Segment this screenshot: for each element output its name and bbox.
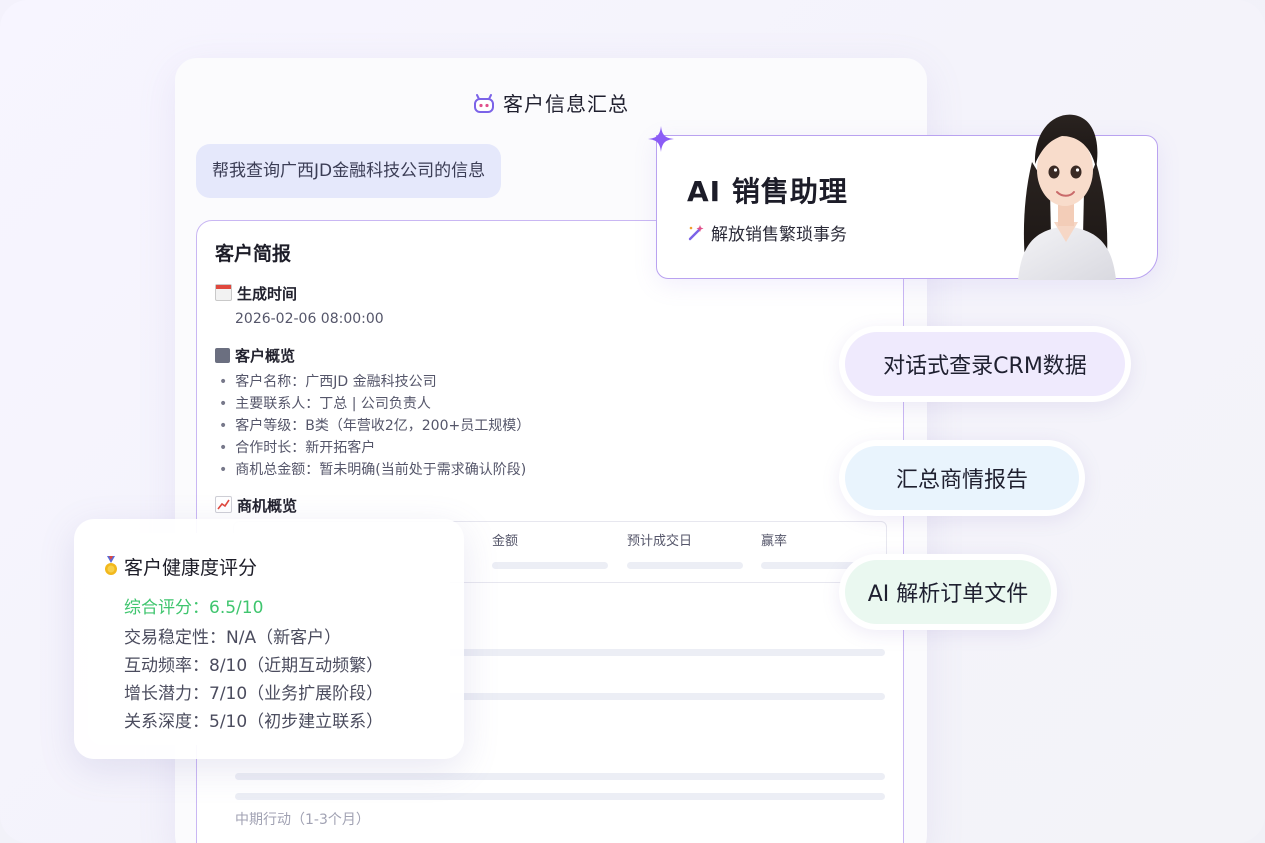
health-card-body: 客户健康度评分 综合评分：6.5/10 交易稳定性：N/A（新客户） 互动频率：… <box>88 533 450 745</box>
score-line: 交易稳定性：N/A（新客户） <box>124 628 342 648</box>
list-item: 客户等级：B类（年营收2亿，200+员工规模） <box>219 415 530 437</box>
health-card-title: 客户健康度评分 <box>104 553 257 581</box>
generation-time-value: 2026-02-06 08:00:00 <box>235 311 384 327</box>
chart-up-icon <box>215 496 232 513</box>
panel-title-text: 客户信息汇总 <box>503 92 629 116</box>
ai-card-subtitle: 解放销售繁琐事务 <box>687 220 847 247</box>
table-header-amount: 金额 <box>492 534 519 549</box>
report-heading: 客户简报 <box>215 243 292 265</box>
score-line: 互动频率：8/10（近期互动频繁） <box>124 656 384 676</box>
ai-card-title: AI 销售助理 <box>687 175 848 208</box>
placeholder-bar <box>492 562 608 569</box>
placeholder-bar <box>235 793 885 800</box>
overall-score: 综合评分：6.5/10 <box>124 598 264 618</box>
user-query-bubble: 帮我查询广西JD金融科技公司的信息 <box>196 144 502 198</box>
section-generation-time: 生成时间 <box>215 283 297 304</box>
mid-term-action-heading: 中期行动（1-3个月） <box>235 812 370 828</box>
building-icon <box>215 348 230 363</box>
placeholder-bar <box>235 773 885 780</box>
table-header-close-date: 预计成交日 <box>627 534 693 549</box>
section-opportunity-overview: 商机概览 <box>215 495 297 516</box>
feature-pill-report: 汇总商情报告 <box>839 440 1085 516</box>
robot-icon <box>473 94 495 119</box>
section-customer-overview: 客户概览 <box>215 345 295 366</box>
table-header-win-rate: 赢率 <box>761 534 788 549</box>
score-line: 关系深度：5/10（初步建立联系） <box>124 712 384 732</box>
background-frame: 客户信息汇总 帮我查询广西JD金融科技公司的信息 客户简报 生成时间 2026-… <box>0 0 1265 843</box>
overview-list: 客户名称：广西JD 金融科技公司 主要联系人：丁总 | 公司负责人 客户等级：B… <box>219 371 530 481</box>
list-item: 商机总金额：暂未明确(当前处于需求确认阶段) <box>219 459 530 481</box>
list-item: 主要联系人：丁总 | 公司负责人 <box>219 393 530 415</box>
feature-pill-label: 汇总商情报告 <box>845 446 1079 510</box>
medal-icon <box>104 556 118 581</box>
feature-pill-label: 对话式查录CRM数据 <box>845 332 1125 396</box>
sparkle-icon <box>646 124 676 158</box>
feature-pill-label: AI 解析订单文件 <box>845 560 1051 624</box>
placeholder-bar <box>627 562 743 569</box>
list-item: 客户名称：广西JD 金融科技公司 <box>219 371 530 393</box>
magic-wand-icon <box>687 224 705 247</box>
list-item: 合作时长：新开拓客户 <box>219 437 530 459</box>
customer-health-score-card: 客户健康度评分 综合评分：6.5/10 交易稳定性：N/A（新客户） 互动频率：… <box>74 519 464 759</box>
panel-title: 客户信息汇总 <box>175 88 927 119</box>
feature-pill-order-parsing: AI 解析订单文件 <box>839 554 1057 630</box>
score-line: 增长潜力：7/10（业务扩展阶段） <box>124 684 384 704</box>
calendar-icon <box>215 284 232 301</box>
feature-pill-crm: 对话式查录CRM数据 <box>839 326 1131 402</box>
assistant-avatar <box>992 102 1142 284</box>
